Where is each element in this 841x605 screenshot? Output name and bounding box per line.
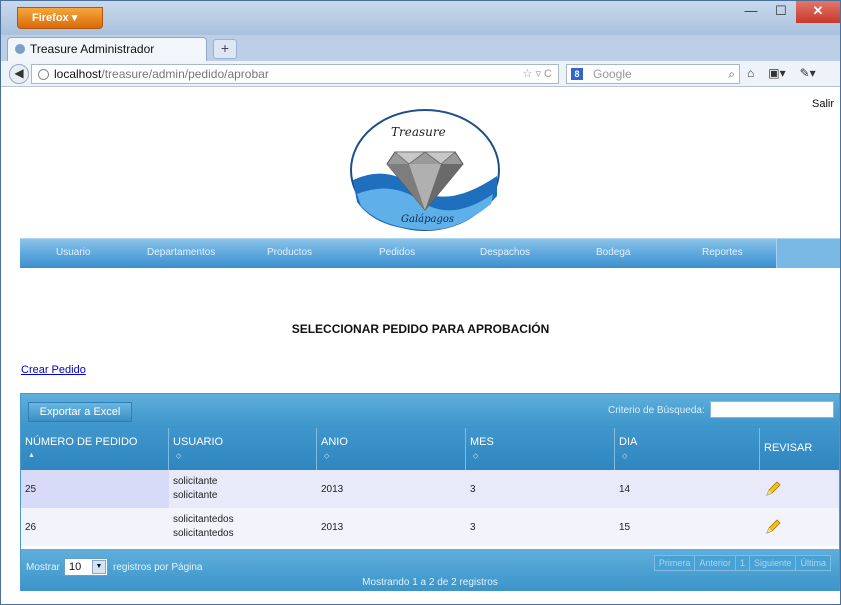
pagination: Primera Anterior 1 Siguiente Última	[653, 555, 831, 571]
cell-usuario: solicitante solicitante	[173, 476, 218, 501]
table-body: 25 solicitante solicitante 2013 3 14 26 s…	[21, 470, 839, 546]
treasure-logo: Treasure Galápagos	[350, 109, 500, 231]
magnifier-icon[interactable]: ⌕	[728, 65, 735, 83]
browser-window: Firefox ▾ — ☐ ✕ Treasure Administrador +…	[0, 0, 841, 605]
bookmarks-menu-icon[interactable]: ▣▾	[768, 66, 785, 80]
column-header-mes[interactable]: MES ◇	[466, 428, 615, 470]
cell-dia: 15	[619, 521, 631, 533]
search-bar[interactable]: 8 Google ⌕	[566, 64, 740, 84]
favicon-icon	[15, 44, 25, 54]
column-header-usuario[interactable]: USUARIO ◇	[169, 428, 317, 470]
bookmark-star-icon[interactable]: ☆ ▿ C	[523, 65, 552, 83]
back-arrow-icon[interactable]: ◀	[9, 64, 29, 84]
create-order-link[interactable]: Crear Pedido	[21, 364, 86, 376]
sort-icon: ◇	[324, 453, 330, 460]
addon-icon[interactable]: ✎▾	[800, 66, 816, 80]
maximize-icon[interactable]: ☐	[766, 1, 796, 23]
tab-strip: Treasure Administrador +	[1, 35, 840, 61]
chevron-down-icon: ▼	[92, 560, 106, 574]
sort-icon: ◇	[176, 453, 182, 460]
pager-last-button[interactable]: Última	[795, 555, 831, 571]
google-icon: 8	[571, 68, 583, 80]
logo-text-bottom: Galápagos	[401, 214, 454, 225]
page-content: Salir Treasure Galápagos Usuario Departa…	[1, 88, 840, 604]
sort-asc-icon: ▲	[28, 452, 35, 459]
orders-table: Exportar a Excel Criterio de Búsqueda: N…	[20, 393, 840, 591]
edit-pencil-icon[interactable]	[764, 518, 782, 536]
search-placeholder: Google	[593, 67, 632, 81]
table-row[interactable]: 25 solicitante solicitante 2013 3 14	[21, 470, 839, 508]
pager-previous-button[interactable]: Anterior	[694, 555, 736, 571]
column-header-revisar: REVISAR	[764, 442, 813, 454]
close-icon[interactable]: ✕	[796, 1, 840, 23]
page-length-select[interactable]: 10 ▼	[64, 558, 108, 576]
pager-next-button[interactable]: Siguiente	[748, 555, 797, 571]
column-header-numero[interactable]: NÚMERO DE PEDIDO ▲	[21, 428, 169, 470]
tab-treasure[interactable]: Treasure Administrador	[7, 37, 207, 61]
pager-first-button[interactable]: Primera	[653, 555, 696, 571]
table-row[interactable]: 26 solicitantedos solicitantedos 2013 3 1…	[21, 508, 839, 546]
menu-item-productos[interactable]: Productos	[267, 247, 312, 258]
url-path: /treasure/admin/pedido/aprobar	[101, 67, 269, 81]
minimize-icon[interactable]: —	[736, 1, 766, 23]
new-tab-button[interactable]: +	[213, 39, 237, 59]
cell-usuario: solicitantedos solicitantedos	[173, 514, 234, 539]
globe-icon	[38, 69, 49, 80]
table-header: NÚMERO DE PEDIDO ▲ USUARIO ◇ ANIO ◇ MES ◇ DI…	[21, 428, 839, 470]
cell-dia: 14	[619, 483, 631, 495]
table-toolbar: Exportar a Excel Criterio de Búsqueda:	[21, 394, 839, 428]
sort-icon: ◇	[622, 453, 628, 460]
show-label: Mostrar	[26, 562, 60, 573]
firefox-menu-button[interactable]: Firefox ▾	[17, 7, 103, 29]
export-excel-button[interactable]: Exportar a Excel	[28, 402, 132, 422]
title-bar: Firefox ▾ — ☐ ✕	[1, 1, 840, 35]
cell-mes: 3	[470, 483, 476, 495]
search-label: Criterio de Búsqueda:	[608, 405, 705, 416]
menu-item-reportes[interactable]: Reportes	[702, 247, 743, 258]
tab-title: Treasure Administrador	[30, 42, 155, 56]
url-host: localhost	[54, 67, 102, 81]
window-controls: — ☐ ✕	[736, 1, 840, 23]
home-icon[interactable]: ⌂	[747, 66, 754, 80]
cell-mes: 3	[470, 521, 476, 533]
navigation-bar: ◀ localhost/treasure/admin/pedido/aproba…	[1, 61, 840, 87]
per-page-label: registros por Página	[113, 562, 203, 573]
table-info: Mostrando 1 a 2 de 2 registros	[362, 577, 498, 588]
cell-anio: 2013	[321, 483, 344, 495]
address-bar[interactable]: localhost/treasure/admin/pedido/aprobar …	[31, 64, 559, 84]
menu-item-bodega[interactable]: Bodega	[596, 247, 630, 258]
cell-anio: 2013	[321, 521, 344, 533]
menu-item-departamentos[interactable]: Departamentos	[147, 247, 215, 258]
menu-item-usuario[interactable]: Usuario	[56, 247, 90, 258]
column-header-anio[interactable]: ANIO ◇	[317, 428, 466, 470]
cell-numero: 26	[25, 521, 37, 533]
cell-revisar	[760, 508, 839, 546]
menu-end-cap	[776, 239, 840, 268]
menu-item-despachos[interactable]: Despachos	[480, 247, 530, 258]
nav-tools: ⌂ ▣▾ ✎▾	[747, 66, 816, 80]
page-title: SELECCIONAR PEDIDO PARA APROBACIÓN	[291, 322, 550, 336]
edit-pencil-icon[interactable]	[764, 480, 782, 498]
sort-icon: ◇	[473, 453, 479, 460]
search-input[interactable]	[710, 401, 834, 418]
cell-numero: 25	[21, 470, 169, 508]
logout-link[interactable]: Salir	[812, 98, 834, 110]
logo-text-top: Treasure	[391, 125, 446, 139]
pager-page-1-button[interactable]: 1	[734, 555, 750, 571]
cell-revisar	[760, 470, 839, 508]
column-header-dia[interactable]: DIA ◇	[615, 428, 760, 470]
menu-item-pedidos[interactable]: Pedidos	[379, 247, 415, 258]
table-footer: Mostrar 10 ▼ registros por Página Primer…	[21, 549, 839, 591]
main-menu: Usuario Departamentos Productos Pedidos …	[20, 238, 840, 268]
